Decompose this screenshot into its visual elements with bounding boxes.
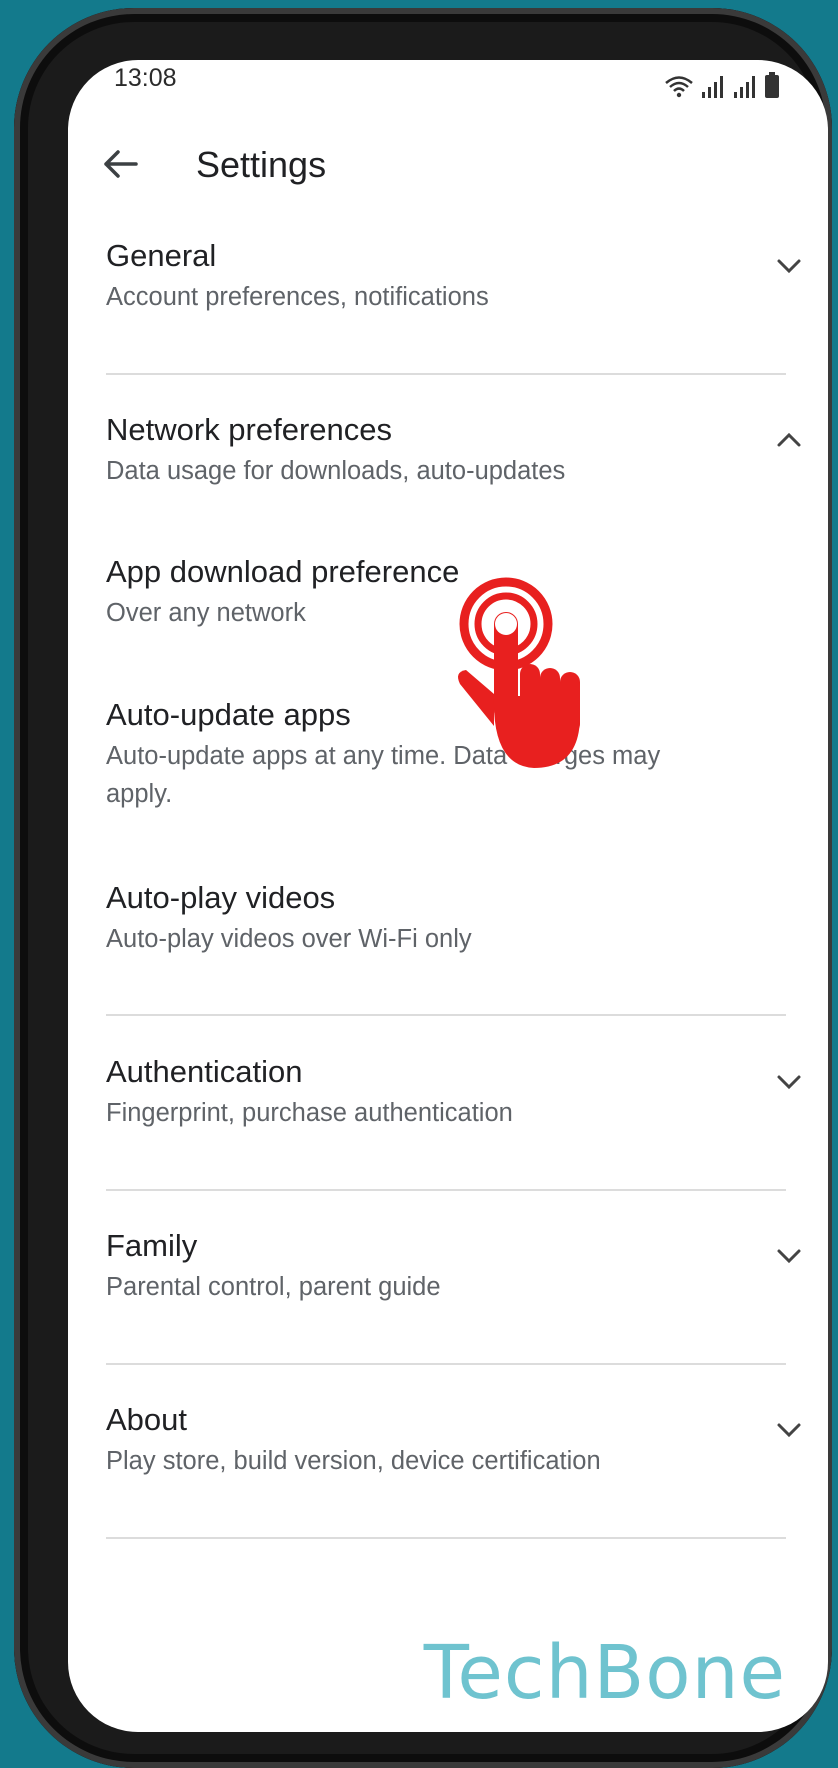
setting-subtitle: Parental control, parent guide: [106, 1273, 441, 1301]
battery-icon: [765, 72, 779, 98]
setting-authentication[interactable]: Authentication Fingerprint, purchase aut…: [106, 1052, 786, 1132]
status-bar: 13:08: [68, 60, 828, 120]
setting-title: Auto-play videos: [106, 880, 336, 915]
setting-general[interactable]: General Account preferences, notificatio…: [106, 236, 786, 316]
setting-title: Network preferences: [106, 412, 393, 447]
setting-title: App download preference: [106, 554, 460, 589]
tap-hand-icon: [458, 577, 580, 768]
setting-app-download-preference[interactable]: App download preference Over any network: [106, 552, 786, 632]
status-time: 13:08: [114, 64, 177, 92]
setting-subtitle: Data usage for downloads, auto-updates: [106, 457, 566, 485]
divider: [106, 1189, 786, 1191]
status-icons: [664, 68, 780, 98]
setting-title: General: [106, 238, 217, 273]
setting-subtitle: Over any network: [106, 599, 306, 627]
setting-title: Authentication: [106, 1054, 303, 1089]
chevron-up-icon[interactable]: [772, 423, 806, 457]
setting-subtitle: Auto-play videos over Wi-Fi only: [106, 925, 472, 953]
signal-icon-2: [734, 76, 755, 98]
setting-auto-play-videos[interactable]: Auto-play videos Auto-play videos over W…: [106, 878, 786, 958]
wifi-icon: [665, 76, 693, 98]
setting-family[interactable]: Family Parental control, parent guide: [106, 1226, 786, 1306]
setting-subtitle: Play store, build version, device certif…: [106, 1447, 601, 1475]
back-arrow-icon[interactable]: [96, 140, 144, 188]
chevron-down-icon[interactable]: [772, 1413, 806, 1447]
setting-auto-update-apps[interactable]: Auto-update apps Auto-update apps at any…: [106, 695, 786, 813]
signal-icon: [702, 76, 723, 98]
chevron-down-icon[interactable]: [772, 249, 806, 283]
chevron-down-icon[interactable]: [772, 1239, 806, 1273]
page-title: Settings: [196, 144, 327, 185]
setting-about[interactable]: About Play store, build version, device …: [106, 1400, 786, 1480]
setting-title: About: [106, 1402, 188, 1437]
setting-title: Auto-update apps: [106, 697, 351, 732]
chevron-down-icon[interactable]: [772, 1065, 806, 1099]
divider: [106, 1014, 786, 1016]
divider: [106, 373, 786, 375]
phone-frame: 13:08 Settings General Account preferenc…: [14, 8, 832, 1768]
setting-subtitle: Fingerprint, purchase authentication: [106, 1099, 513, 1127]
screen: 13:08 Settings General Account preferenc…: [68, 60, 828, 1732]
setting-subtitle: Auto-update apps at any time. Data charg…: [106, 742, 661, 808]
watermark-logo: TechBone: [423, 1630, 786, 1716]
setting-network-preferences[interactable]: Network preferences Data usage for downl…: [106, 410, 786, 490]
setting-subtitle: Account preferences, notifications: [106, 283, 489, 311]
divider: [106, 1537, 786, 1539]
setting-title: Family: [106, 1228, 198, 1263]
app-bar: Settings: [68, 120, 828, 220]
divider: [106, 1363, 786, 1365]
